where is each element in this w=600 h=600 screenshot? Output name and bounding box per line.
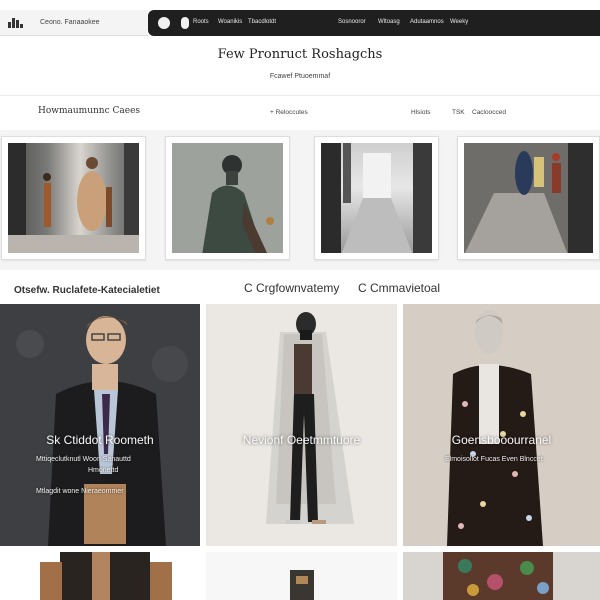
feature-card-1[interactable]: Sk Ctiddot Roometh Mttiqeclutknutl Woon … xyxy=(0,304,200,546)
nav-link-1[interactable]: Roots xyxy=(193,19,209,25)
card-title: Nevionf Oeetmmtuore xyxy=(242,433,361,447)
nav-link-7[interactable]: Weeky xyxy=(450,19,468,25)
bottom-image-1 xyxy=(40,552,172,600)
section-heading-center[interactable]: C Crgfownvatemy xyxy=(244,281,339,295)
corridor-image xyxy=(321,143,432,253)
page-subtitle: Fcawef Ptuoemmaf xyxy=(269,73,331,80)
coat-model-image xyxy=(206,304,397,546)
menu-icon[interactable] xyxy=(181,17,189,29)
top-navigation-bar: Ceono. Fanaaokee Roots Woanikis Tbacdlot… xyxy=(0,10,600,36)
bottom-image-3 xyxy=(443,552,553,600)
thumbnail-2[interactable] xyxy=(165,136,290,260)
brand-area[interactable]: Ceono. Fanaaokee xyxy=(0,10,148,36)
nav-link-3[interactable]: Tbacdlotdt xyxy=(248,19,276,25)
feature-card-2[interactable]: Nevionf Oeetmmtuore xyxy=(206,304,397,546)
thumbnail-1[interactable] xyxy=(1,136,146,260)
thumbnail-3[interactable] xyxy=(314,136,439,260)
thumbnail-4[interactable] xyxy=(457,136,600,260)
card-title: Sk Ctiddot Roometh xyxy=(46,433,154,447)
home-icon[interactable] xyxy=(158,17,170,29)
section-heading-row: Otsefw. Ruclafete-Katecialetiet C Crgfow… xyxy=(0,276,600,304)
bottom-image-2 xyxy=(290,570,314,600)
filter-link-3[interactable]: TSK xyxy=(452,109,465,116)
feature-card-3[interactable]: Goensbooourranel Elmoisollot Fucas Even … xyxy=(403,304,600,546)
nav-link-5[interactable]: Wltoasg xyxy=(378,19,400,25)
nav-link-2[interactable]: Woanikis xyxy=(218,19,242,25)
brand-name: Ceono. Fanaaokee xyxy=(40,19,100,26)
nav-link-6[interactable]: Adutaamnos xyxy=(410,19,444,25)
thumbnail-strip xyxy=(0,130,600,270)
nav-link-4[interactable]: Sosnooror xyxy=(338,19,366,25)
page-title: Few Pronruct Roshagchs xyxy=(217,47,383,62)
filter-link-2[interactable]: Hlsiots xyxy=(411,109,431,116)
bottom-card-2[interactable] xyxy=(206,552,397,600)
street-image xyxy=(464,143,593,253)
floral-suit-image xyxy=(403,304,600,546)
section-heading-left: Otsefw. Ruclafete-Katecialetiet xyxy=(14,285,160,296)
card-subtitle-line-3: Mtlagdit wone Nieraeommer xyxy=(36,488,124,495)
bottom-card-3[interactable] xyxy=(403,552,600,600)
filter-row: Howmaumunnc Caees + Reloccutes Hlsiots T… xyxy=(0,100,600,126)
runway-image xyxy=(8,143,139,253)
model-image xyxy=(172,143,283,253)
logo-icon xyxy=(8,18,24,28)
menswear-image xyxy=(0,304,200,546)
card-subtitle-line-1: Mttiqeclutknutl Woon Sanauttd xyxy=(36,456,131,463)
section-heading-right[interactable]: C Cmmavietoal xyxy=(358,281,440,295)
card-subtitle-line-1: Elmoisollot Fucas Even Blnccet xyxy=(445,456,543,463)
filter-label: Howmaumunnc Caees xyxy=(38,106,141,116)
bottom-card-1[interactable] xyxy=(0,552,200,600)
filter-link-1[interactable]: + Reloccutes xyxy=(270,109,308,116)
filter-link-4[interactable]: Cacloocced xyxy=(472,109,506,116)
card-title: Goensbooourranel xyxy=(451,433,552,447)
main-nav: Roots Woanikis Tbacdlotdt Sosnooror Wlto… xyxy=(148,10,600,36)
divider xyxy=(0,95,600,96)
card-subtitle-line-2: Hmonettd xyxy=(88,467,119,474)
